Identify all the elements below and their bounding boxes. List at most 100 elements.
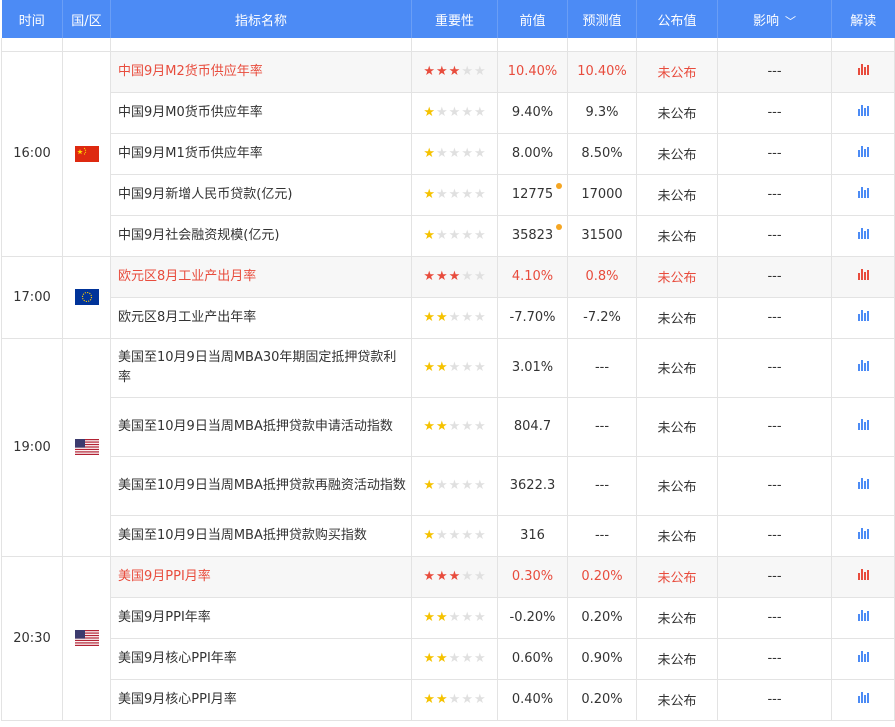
time-cell: 17:00 <box>1 255 63 339</box>
star-icon: ★ <box>423 269 436 284</box>
star-rating: ★ ★ ★ ★ ★ <box>423 106 485 119</box>
indicator-name: 美国9月PPI月率 <box>110 555 412 598</box>
star-icon: ★ <box>473 64 486 79</box>
analysis-button[interactable] <box>831 678 895 721</box>
star-icon: ★ <box>436 146 448 161</box>
bar-chart-icon <box>857 64 869 75</box>
revised-dot-icon <box>556 183 563 189</box>
table-row: 美国至10月9日当周MBA抵押贷款购买指数 ★ ★ ★ ★ ★ 316 --- 未公布 --- <box>2 514 895 557</box>
star-rating: ★ ★ ★ ★ ★ <box>423 361 485 374</box>
table-row: 17:00 欧元区8月工业产出月率 ★ ★ ★ ★ ★ 4.10% 0.8% 未公布 --- <box>1 255 895 339</box>
analysis-button[interactable] <box>831 91 895 134</box>
analysis-button[interactable] <box>831 50 895 93</box>
table-row: 美国至10月9日当周MBA抵押贷款再融资活动指数 ★ ★ ★ ★ ★ 3622.3 --- 未公… <box>2 455 895 516</box>
impact-value: --- <box>717 132 832 175</box>
star-icon: ★ <box>473 478 486 493</box>
economic-calendar-table: 时间 国/区 指标名称 重要性 前值 预测值 公布值 影响 ﹀ 解读 16:00 中… <box>1 0 895 721</box>
impact-value: --- <box>717 173 832 216</box>
impact-value: --- <box>717 514 832 557</box>
analysis-button[interactable] <box>831 255 895 298</box>
previous-value: -7.70% <box>497 296 568 339</box>
star-icon: ★ <box>448 105 461 120</box>
analysis-button[interactable] <box>831 637 895 680</box>
table-row: 16:00 中国9月M2货币供应年率 ★ ★ ★ ★ ★ 10.40% 10.40% 未公布 --- <box>1 50 895 257</box>
china-flag-icon <box>74 145 99 162</box>
star-icon: ★ <box>448 64 461 79</box>
importance-stars: ★ ★ ★ ★ ★ <box>411 255 498 298</box>
star-icon: ★ <box>461 64 473 79</box>
indicator-name: 欧元区8月工业产出月率 <box>110 255 412 298</box>
previous-value-text: 8.00% <box>511 146 554 161</box>
bar-chart-icon <box>857 692 869 703</box>
table-row: 19:00 美国至10月9日当周MBA30年期固定抵押贷款利率 ★ ★ ★ ★ ★ 3.01%… <box>1 337 895 557</box>
previous-value: 8.00% <box>497 132 568 175</box>
impact-value: --- <box>717 50 832 93</box>
star-rating: ★ ★ ★ ★ ★ <box>423 479 485 492</box>
star-icon: ★ <box>423 64 436 79</box>
bar-chart-icon <box>857 360 869 371</box>
importance-stars: ★ ★ ★ ★ ★ <box>411 596 498 639</box>
analysis-button[interactable] <box>831 296 895 339</box>
star-icon: ★ <box>461 692 473 707</box>
impact-value: --- <box>717 255 832 298</box>
bar-chart-icon <box>857 610 869 621</box>
previous-value-text: 10.40% <box>507 64 558 79</box>
star-icon: ★ <box>423 692 436 707</box>
analysis-button[interactable] <box>831 455 895 516</box>
time-cell: 20:30 <box>1 555 63 721</box>
bar-chart-icon <box>857 228 869 239</box>
time-cell: 19:00 <box>1 337 63 557</box>
table-body: 16:00 中国9月M2货币供应年率 ★ ★ ★ ★ ★ 10.40% 10.40% 未公布 ---… <box>1 38 895 721</box>
analysis-button[interactable] <box>831 132 895 175</box>
star-icon: ★ <box>461 651 473 666</box>
previous-value-text: 804.7 <box>513 419 552 434</box>
analysis-button[interactable] <box>831 337 895 398</box>
analysis-button[interactable] <box>831 596 895 639</box>
table-row: 20:30 美国9月PPI月率 ★ ★ ★ ★ ★ 0.30% 0.20% 未公布 --- <box>1 555 895 721</box>
star-rating: ★ ★ ★ ★ ★ <box>423 693 485 706</box>
star-icon: ★ <box>448 228 461 243</box>
bar-chart-icon <box>857 105 869 116</box>
analysis-button[interactable] <box>831 514 895 557</box>
bar-chart-icon <box>857 419 869 430</box>
star-icon: ★ <box>423 310 436 325</box>
analysis-button[interactable] <box>831 396 895 457</box>
previous-value: 35823 <box>497 214 568 257</box>
star-icon: ★ <box>423 610 436 625</box>
time-cell: 16:00 <box>1 50 63 257</box>
forecast-value: 9.3% <box>567 91 637 134</box>
header-impact-dropdown[interactable]: 影响 ﹀ <box>717 0 832 38</box>
forecast-value: 17000 <box>567 173 637 216</box>
importance-stars: ★ ★ ★ ★ ★ <box>411 514 498 557</box>
header-importance: 重要性 <box>411 0 498 38</box>
star-rating: ★ ★ ★ ★ ★ <box>423 611 485 624</box>
bar-chart-icon <box>857 528 869 539</box>
star-icon: ★ <box>461 610 473 625</box>
indicator-name: 中国9月社会融资规模(亿元) <box>110 214 412 257</box>
star-icon: ★ <box>473 269 486 284</box>
us-flag-icon <box>74 439 99 455</box>
indicator-name: 中国9月M2货币供应年率 <box>110 50 412 93</box>
analysis-button[interactable] <box>831 214 895 257</box>
star-icon: ★ <box>473 228 486 243</box>
actual-value: 未公布 <box>636 455 718 516</box>
star-icon: ★ <box>423 419 436 434</box>
analysis-button[interactable] <box>831 173 895 216</box>
star-icon: ★ <box>436 310 448 325</box>
star-icon: ★ <box>461 146 473 161</box>
analysis-button[interactable] <box>831 555 895 598</box>
star-rating: ★ ★ ★ ★ ★ <box>423 229 485 242</box>
header-region: 国/区 <box>62 0 111 38</box>
importance-stars: ★ ★ ★ ★ ★ <box>411 91 498 134</box>
actual-value: 未公布 <box>636 396 718 457</box>
previous-value: 0.40% <box>497 678 568 721</box>
table-row: 中国9月M1货币供应年率 ★ ★ ★ ★ ★ 8.00% 8.50% 未公布 --- <box>2 132 895 175</box>
importance-stars: ★ ★ ★ ★ ★ <box>411 555 498 598</box>
forecast-value: -7.2% <box>567 296 637 339</box>
star-icon: ★ <box>473 569 486 584</box>
impact-value: --- <box>717 214 832 257</box>
region-cell <box>62 337 111 557</box>
star-icon: ★ <box>473 528 486 543</box>
star-icon: ★ <box>473 610 486 625</box>
actual-value: 未公布 <box>636 214 718 257</box>
